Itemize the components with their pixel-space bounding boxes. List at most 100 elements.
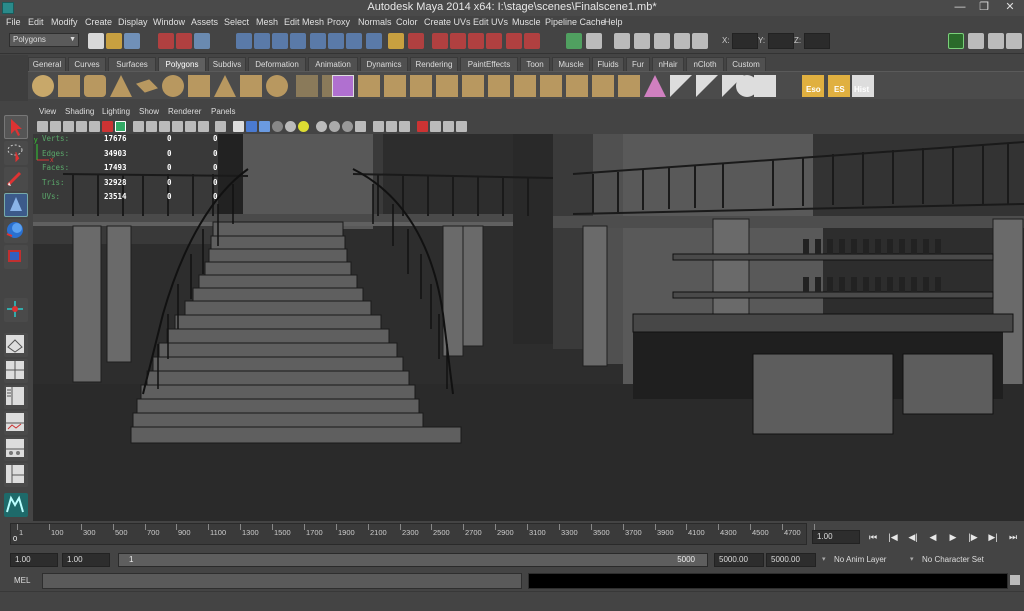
- sculpt-icon[interactable]: [644, 75, 666, 97]
- step-forward-frame-icon[interactable]: ▶|: [986, 531, 1000, 543]
- panel-menu-view[interactable]: View: [39, 107, 56, 116]
- maximize-button[interactable]: ❐: [972, 0, 996, 15]
- shelf-tab-deformation[interactable]: Deformation: [248, 57, 306, 71]
- render-view-icon[interactable]: [468, 33, 484, 49]
- select-mode-icon[interactable]: [566, 33, 582, 49]
- step-forward-key-icon[interactable]: |▶: [966, 531, 980, 543]
- new-scene-icon[interactable]: [88, 33, 104, 49]
- attribute-editor-icon[interactable]: [634, 33, 650, 49]
- smooth-shade-icon[interactable]: [246, 121, 257, 132]
- field-chart-icon[interactable]: [172, 121, 183, 132]
- menu-edit[interactable]: Edit: [28, 17, 44, 27]
- step-back-frame-icon[interactable]: |◀: [886, 531, 900, 543]
- range-slider-bar[interactable]: 1 5000: [118, 553, 708, 567]
- anim-layer-dropdown[interactable]: ▾ No Anim Layer: [822, 553, 906, 567]
- smooth-proxy-icon[interactable]: [332, 75, 354, 97]
- select-hierarchy-icon[interactable]: [158, 33, 174, 49]
- shelf-tab-toggle[interactable]: [0, 55, 28, 101]
- menu-normals[interactable]: Normals: [358, 17, 392, 27]
- input-ops-icon[interactable]: [328, 33, 344, 49]
- tool-settings-icon[interactable]: [674, 33, 690, 49]
- render-globals-icon[interactable]: [506, 33, 522, 49]
- persp-hypershade-layout-icon[interactable]: [4, 437, 28, 461]
- snap-view-plane-icon[interactable]: [290, 33, 306, 49]
- grid-toggle-icon[interactable]: [115, 121, 126, 132]
- insert-edge-loop-icon[interactable]: [566, 75, 588, 97]
- persp-graph-outliner-layout-icon[interactable]: [4, 463, 28, 487]
- isolate-select-icon[interactable]: [373, 121, 384, 132]
- shelf-tab-curves[interactable]: Curves: [68, 57, 106, 71]
- menu-pipeline-cache[interactable]: Pipeline Cache: [545, 17, 606, 27]
- menu-create-uvs[interactable]: Create UVs: [424, 17, 471, 27]
- minimize-button[interactable]: —: [948, 0, 972, 15]
- modeling-toolkit-icon[interactable]: [692, 33, 708, 49]
- panel-menu-shading[interactable]: Shading: [65, 107, 94, 116]
- shelf-tab-ncloth[interactable]: nCloth: [686, 57, 724, 71]
- menu-proxy[interactable]: Proxy: [327, 17, 350, 27]
- shelf-tab-muscle[interactable]: Muscle: [552, 57, 590, 71]
- shelf-tab-custom[interactable]: Custom: [726, 57, 766, 71]
- combine-icon[interactable]: [296, 75, 318, 97]
- panel-menu-renderer[interactable]: Renderer: [168, 107, 201, 116]
- use-all-lights-icon[interactable]: [285, 121, 296, 132]
- panel-menu-lighting[interactable]: Lighting: [102, 107, 130, 116]
- xray-joints-icon[interactable]: [399, 121, 410, 132]
- split-polygon-icon[interactable]: [540, 75, 562, 97]
- extrude-icon[interactable]: [436, 75, 458, 97]
- film-gate-icon[interactable]: [133, 121, 144, 132]
- grease-pencil-icon[interactable]: [102, 121, 113, 132]
- x-coord-field[interactable]: [732, 33, 758, 49]
- select-object-icon[interactable]: [176, 33, 192, 49]
- wireframe-icon[interactable]: [233, 121, 244, 132]
- close-button[interactable]: ✕: [998, 0, 1022, 15]
- show-attribute-editor-icon[interactable]: [948, 33, 964, 49]
- go-to-start-icon[interactable]: ⏮: [866, 531, 880, 543]
- panel-menu-panels[interactable]: Panels: [211, 107, 235, 116]
- menu-window[interactable]: Window: [153, 17, 185, 27]
- perspective-viewport[interactable]: Verts: 17676 0 0 Edges: 34903 0 0 Faces:…: [33, 134, 1024, 521]
- menu-set-selector[interactable]: Polygons ▼: [9, 33, 79, 47]
- smooth-icon[interactable]: [358, 75, 380, 97]
- z-coord-field[interactable]: [804, 33, 830, 49]
- frame-all-icon[interactable]: [430, 121, 441, 132]
- output-ops-icon[interactable]: [346, 33, 362, 49]
- bridge-icon[interactable]: [462, 75, 484, 97]
- render-settings-icon[interactable]: [432, 33, 448, 49]
- xray-icon[interactable]: [386, 121, 397, 132]
- cylindrical-mapping-icon[interactable]: [696, 75, 718, 97]
- construction-history-icon[interactable]: [366, 33, 382, 49]
- scale-tool-icon[interactable]: [4, 245, 28, 269]
- poly-plane-icon[interactable]: [136, 79, 158, 93]
- script-language-label[interactable]: MEL: [14, 576, 30, 585]
- motion-blur-icon[interactable]: [329, 121, 340, 132]
- persp-graph-layout-icon[interactable]: [4, 411, 28, 435]
- menu-muscle[interactable]: Muscle: [512, 17, 541, 27]
- poly-sphere-icon[interactable]: [32, 75, 54, 97]
- shelf-tab-animation[interactable]: Animation: [308, 57, 358, 71]
- fill-hole-icon[interactable]: [514, 75, 536, 97]
- menu-edit-mesh[interactable]: Edit Mesh: [284, 17, 324, 27]
- menu-edit-uvs[interactable]: Edit UVs: [473, 17, 508, 27]
- character-set-dropdown[interactable]: ▾ No Character Set: [910, 553, 1010, 567]
- shelf-tab-general[interactable]: General: [28, 57, 66, 71]
- shelf-tab-dynamics[interactable]: Dynamics: [360, 57, 408, 71]
- image-plane-icon[interactable]: [76, 121, 87, 132]
- batch-render-icon[interactable]: [524, 33, 540, 49]
- time-slider-track[interactable]: 1 100 300 500 700 900 1100 1300 1500 1700 1900 2100…: [10, 523, 833, 545]
- open-scene-icon[interactable]: [106, 33, 122, 49]
- poly-pyramid-icon[interactable]: [214, 75, 236, 97]
- menu-display[interactable]: Display: [118, 17, 148, 27]
- two-d-pan-zoom-icon[interactable]: [89, 121, 100, 132]
- paint-select-tool-icon[interactable]: [4, 167, 28, 191]
- poly-cone-icon[interactable]: [110, 75, 132, 97]
- safe-title-icon[interactable]: [198, 121, 209, 132]
- gate-mask-icon[interactable]: [159, 121, 170, 132]
- four-view-layout-icon[interactable]: [4, 359, 28, 383]
- go-to-end-icon[interactable]: ⏭: [1006, 531, 1020, 543]
- playback-end-field[interactable]: 5000.00: [714, 553, 764, 567]
- menu-modify[interactable]: Modify: [51, 17, 78, 27]
- menu-help[interactable]: Help: [604, 17, 623, 27]
- anti-aliasing-icon[interactable]: [342, 121, 353, 132]
- sidebar-toggle-icon[interactable]: [586, 33, 602, 49]
- select-tool-panel-icon[interactable]: [417, 121, 428, 132]
